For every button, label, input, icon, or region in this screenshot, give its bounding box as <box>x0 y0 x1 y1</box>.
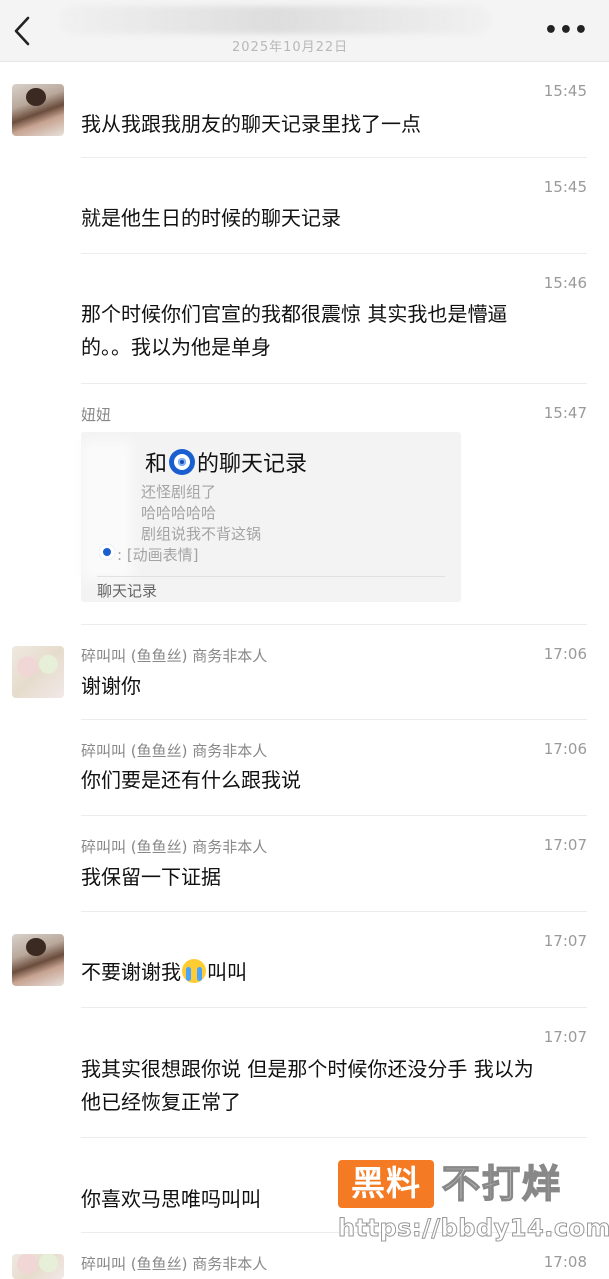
crying-face-emoji-icon <box>182 959 206 983</box>
message-text[interactable]: 我其实很想跟你说 但是那个时候你还没分手 我以为 他已经恢复正常了 <box>81 1053 587 1119</box>
card-title-suffix: 的聊天记录 <box>197 452 308 477</box>
message-text-line: 我其实很想跟你说 但是那个时候你还没分手 我以为 <box>81 1057 534 1081</box>
avatar[interactable] <box>12 934 64 986</box>
watermark-logo: 黑料 <box>338 1160 434 1208</box>
chat-header: 2025年10月22日 ••• <box>0 0 609 62</box>
chat-date: 2025年10月22日 <box>232 40 349 55</box>
watermark-url: https://bbdy14.com <box>337 1214 609 1243</box>
divider <box>81 911 587 912</box>
sender-name: 碎叫叫 (鱼鱼丝) 商务非本人 <box>81 838 268 856</box>
card-preview-line: : [动画表情] <box>117 546 199 564</box>
watermark-text: 不打烊 <box>441 1161 563 1207</box>
message-text[interactable]: 不要谢谢我 叫叫 <box>81 956 587 989</box>
message-text[interactable]: 那个时候你们官宣的我都很震惊 其实我也是懵逼 的。。我以为他是单身 <box>81 298 587 364</box>
message-time: 17:06 <box>543 740 587 758</box>
message-text-part: 叫叫 <box>207 960 247 984</box>
card-preview-line: 剧组说我不背这锅 <box>141 525 262 543</box>
sender-name: 碎叫叫 (鱼鱼丝) 商务非本人 <box>81 742 268 760</box>
message-text[interactable]: 我保留一下证据 <box>81 861 587 894</box>
message-text[interactable]: 我从我跟我朋友的聊天记录里找了一点 <box>81 108 587 141</box>
message-text-line: 的。。我以为他是单身 <box>81 335 271 359</box>
message-text-part: 不要谢谢我 <box>81 960 181 984</box>
divider <box>81 624 587 625</box>
chat-record-card[interactable]: 和 的聊天记录 还怪剧组了 哈哈哈哈哈 剧组说我不背这锅 : [动画表情] 聊天… <box>81 432 461 602</box>
avatar[interactable] <box>12 84 64 136</box>
divider <box>81 815 587 816</box>
message-text[interactable]: 你们要是还有什么跟我说 <box>81 764 587 797</box>
message-text-line: 他已经恢复正常了 <box>81 1090 241 1114</box>
message-time: 17:07 <box>543 932 587 950</box>
divider <box>81 1137 587 1138</box>
message-time: 15:45 <box>543 82 587 100</box>
evil-eye-emoji-icon <box>99 544 115 560</box>
evil-eye-emoji-icon <box>169 449 196 475</box>
more-dots-icon[interactable]: ••• <box>544 18 589 43</box>
divider <box>81 253 587 254</box>
message-time: 15:46 <box>543 274 587 292</box>
message-time: 15:45 <box>543 178 587 196</box>
message-text-line: 那个时候你们官宣的我都很震惊 其实我也是懵逼 <box>81 302 508 326</box>
sender-name: 碎叫叫 (鱼鱼丝) 商务非本人 <box>81 647 268 665</box>
card-preview-line: 哈哈哈哈哈 <box>141 504 217 522</box>
back-arrow-icon[interactable] <box>8 14 38 48</box>
message-time: 17:07 <box>543 836 587 854</box>
message-time: 15:47 <box>543 404 587 422</box>
divider <box>81 1007 587 1008</box>
message-time: 17:06 <box>543 645 587 663</box>
divider <box>81 719 587 720</box>
divider <box>81 157 587 158</box>
message-text[interactable]: 谢谢你 <box>81 670 587 703</box>
message-text[interactable]: 就是他生日的时候的聊天记录 <box>81 202 587 235</box>
sender-name: 妞妞 <box>81 406 112 424</box>
card-title: 和 的聊天记录 <box>145 446 307 478</box>
divider <box>81 383 587 384</box>
card-divider <box>97 576 445 577</box>
message-time: 17:07 <box>543 1028 587 1046</box>
card-preview-line: 还怪剧组了 <box>141 483 217 501</box>
sender-name: 碎叫叫 (鱼鱼丝) 商务非本人 <box>81 1255 268 1273</box>
card-footer: 聊天记录 <box>97 582 158 600</box>
chat-title-blurred <box>60 6 490 34</box>
watermark: 黑料 不打烊 https://bbdy14.com <box>337 1160 609 1260</box>
card-title-prefix: 和 <box>145 452 168 477</box>
avatar[interactable] <box>12 1254 64 1279</box>
avatar[interactable] <box>12 646 64 698</box>
